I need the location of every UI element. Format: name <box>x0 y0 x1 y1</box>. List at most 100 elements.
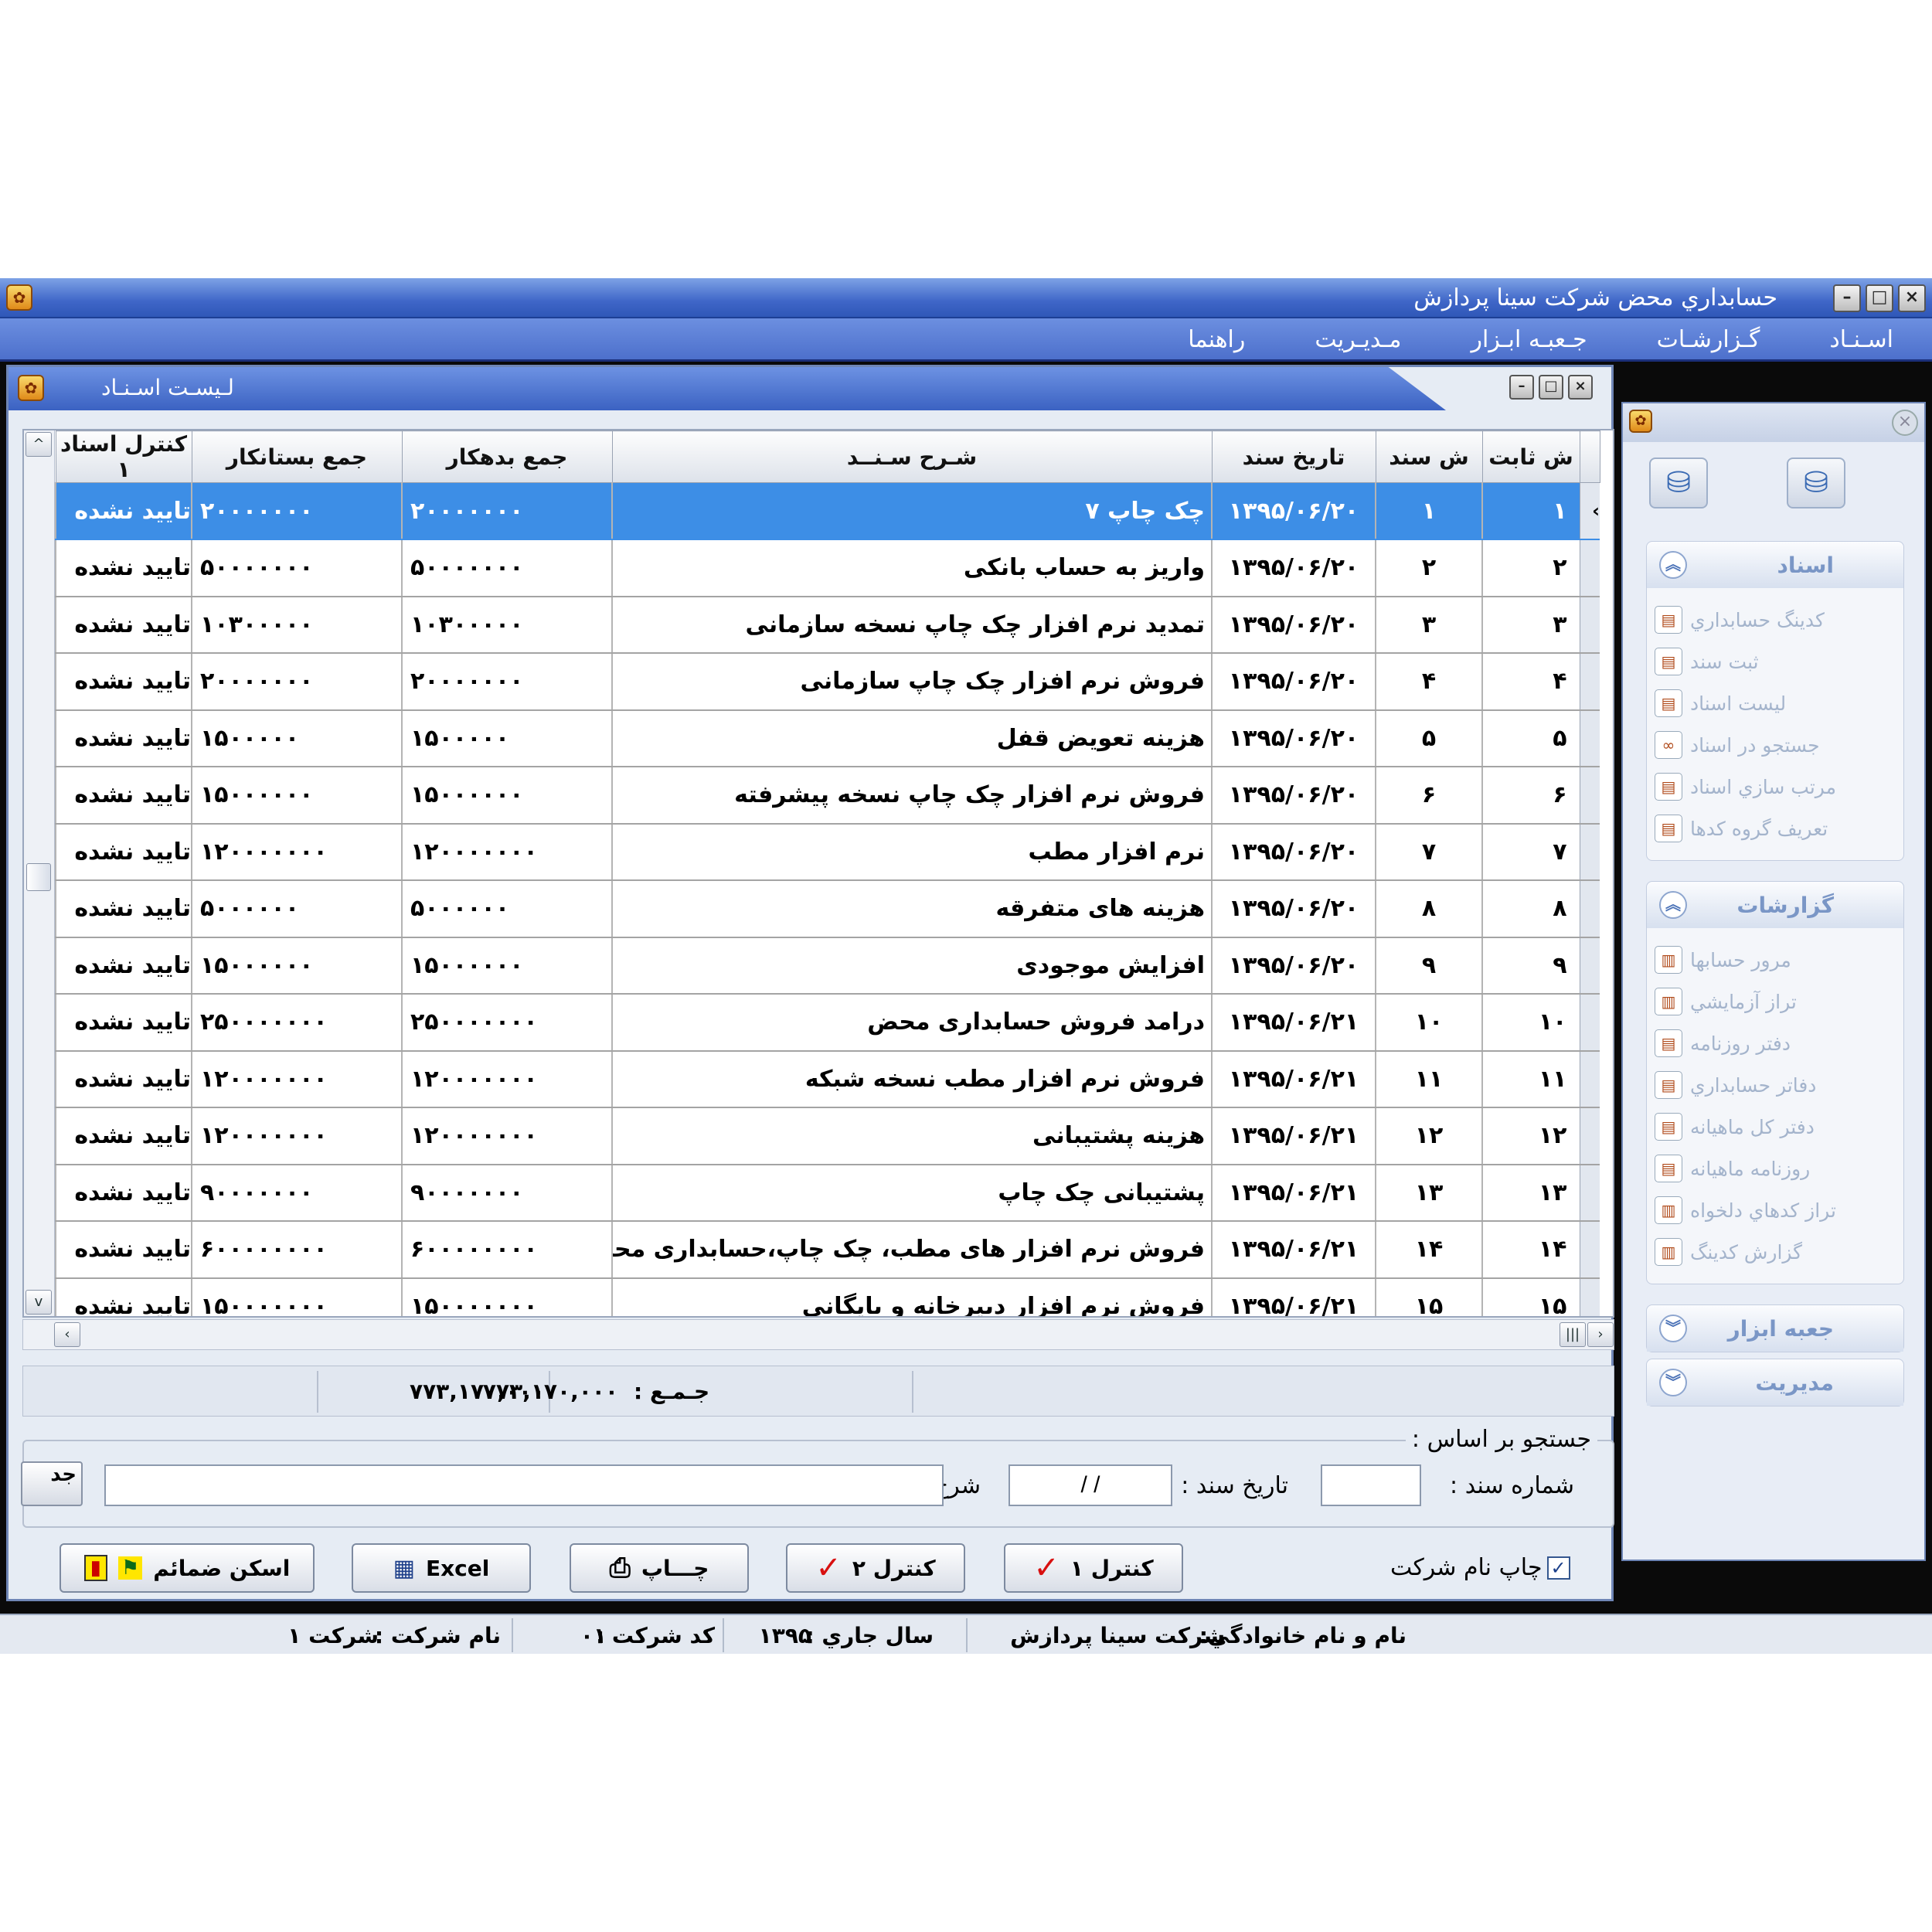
cell-desc: افزايش موجودی <box>611 937 1212 995</box>
nav-item[interactable]: ▤ دفتر کل ماهيانه <box>1647 1106 1903 1148</box>
database-restore-icon[interactable]: ⛁ <box>1787 457 1845 509</box>
nav-group-header[interactable]: گزارشات ︽ <box>1647 882 1903 928</box>
nav-group-header[interactable]: مديريت ︾ <box>1647 1359 1903 1406</box>
chevron-down-icon[interactable]: ︾ <box>1659 1315 1687 1342</box>
status-year-label: سال جاري : <box>805 1623 934 1648</box>
scroll-right-icon[interactable]: › <box>1587 1322 1614 1347</box>
menu-help[interactable]: راهنما <box>1188 326 1245 353</box>
nav-item-label: ليست اسناد <box>1690 692 1787 715</box>
chevron-up-icon[interactable]: ︽ <box>1659 891 1687 919</box>
col-header-desc[interactable]: شـرح سـنــد <box>611 430 1213 483</box>
scroll-left-icon[interactable]: ‹ <box>54 1322 80 1347</box>
nav-item[interactable]: ▤ ليست اسناد <box>1647 682 1903 724</box>
col-header-status[interactable]: کنترل اسناد ۱ <box>55 430 192 483</box>
cell-credit: ۱۲۰۰۰۰۰۰۰ <box>191 823 402 881</box>
nav-item[interactable]: ▤ دفاتر حسابداري <box>1647 1064 1903 1106</box>
table-row[interactable]: ۱۱ ۱۱ ۱۳۹۵/۰۶/۲۱ فروش نرم افزار مطب نسخه شب… <box>55 1050 1600 1108</box>
menu-documents[interactable]: اسـنـاد <box>1829 326 1893 353</box>
cell-debit: ۲۵۰۰۰۰۰۰۰ <box>401 994 612 1052</box>
menu-reports[interactable]: گـزارشـات <box>1657 326 1760 353</box>
close-icon[interactable]: × <box>1568 375 1593 400</box>
cell-date: ۱۳۹۵/۰۶/۲۰ <box>1211 482 1376 540</box>
col-header-doc-no[interactable]: ش سند <box>1375 430 1483 483</box>
horizontal-scrollbar[interactable]: › ||| ‹ <box>22 1319 1614 1350</box>
scroll-up-icon[interactable]: ^ <box>26 432 52 457</box>
chevron-down-icon[interactable]: ︾ <box>1659 1369 1687 1396</box>
binoculars-icon: ∞ <box>1655 731 1682 759</box>
nav-item[interactable]: ▥ گزارش کدينگ <box>1647 1231 1903 1273</box>
cell-debit: ۱۲۰۰۰۰۰۰۰ <box>401 1107 612 1165</box>
table-row[interactable]: ۱۳ ۱۳ ۱۳۹۵/۰۶/۲۱ پشتيبانی چک چاپ ۹۰۰۰۰۰۰۰ ۹۰۰… <box>55 1164 1600 1222</box>
cell-date: ۱۳۹۵/۰۶/۲۰ <box>1211 596 1376 654</box>
maximize-icon[interactable]: □ <box>1539 375 1563 400</box>
print-company-checkbox[interactable]: ✓ <box>1546 1556 1570 1580</box>
nav-group-header[interactable]: اسناد ︽ <box>1647 542 1903 588</box>
scroll-down-icon[interactable]: v <box>26 1290 52 1315</box>
add-group-icon: ▤ <box>1655 815 1682 842</box>
table-row[interactable]: ۱۵ ۱۵ ۱۳۹۵/۰۶/۲۱ فروش نرم افزار دبيرخانه و … <box>55 1277 1600 1316</box>
nav-item[interactable]: ▤ تعريف گروه کدها <box>1647 808 1903 849</box>
cell-credit: ۹۰۰۰۰۰۰۰ <box>191 1164 402 1222</box>
chevron-up-icon[interactable]: ︽ <box>1659 551 1687 579</box>
nav-item[interactable]: ▤ کدينگ حسابداري <box>1647 599 1903 641</box>
table-row[interactable]: ۴ ۴ ۱۳۹۵/۰۶/۲۰ فروش نرم افزار چک چاپ سازمان… <box>55 653 1600 711</box>
table-row[interactable]: ۱۰ ۱۰ ۱۳۹۵/۰۶/۲۱ درامد فروش حسابداری محض ۲۵۰… <box>55 994 1600 1052</box>
scroll-thumb-horizontal[interactable]: ||| <box>1560 1322 1586 1347</box>
close-icon[interactable]: × <box>1898 284 1926 312</box>
nav-group-header[interactable]: جعبه ابزار ︾ <box>1647 1305 1903 1352</box>
cell-desc: واريز به حساب بانکی <box>611 539 1212 597</box>
col-header-date[interactable]: تاريخ سند <box>1211 430 1376 483</box>
search-button[interactable]: جد <box>21 1461 83 1506</box>
minimize-icon[interactable]: – <box>1509 375 1534 400</box>
search-desc-input[interactable] <box>104 1464 944 1506</box>
cell-debit: ۵۰۰۰۰۰۰ <box>401 880 612 938</box>
vertical-scrollbar[interactable]: ^ v <box>24 430 55 1316</box>
table-row[interactable]: ۸ ۸ ۱۳۹۵/۰۶/۲۰ هزينه های متفرقه ۵۰۰۰۰۰۰ ۵۰۰۰۰… <box>55 880 1600 938</box>
table-row[interactable]: ۹ ۹ ۱۳۹۵/۰۶/۲۰ افزايش موجودی ۱۵۰۰۰۰۰۰ ۱۵۰۰۰۰۰… <box>55 937 1600 995</box>
nav-item-label: ثبت سند <box>1690 650 1759 673</box>
database-backup-icon[interactable]: ⛁ <box>1649 457 1708 509</box>
nav-group-title: اسناد <box>1777 553 1834 578</box>
nav-item[interactable]: ▥ تراز کدهاي دلخواه <box>1647 1189 1903 1231</box>
scan-attachments-button[interactable]: اسکن ضمائم ⚑ ▮ <box>60 1543 315 1593</box>
minimize-icon[interactable]: – <box>1833 284 1861 312</box>
col-header-credit[interactable]: جمع بستانکار <box>191 430 403 483</box>
nav-item[interactable]: ▤ مرتب سازي اسناد <box>1647 766 1903 808</box>
app-logo-icon[interactable]: ✿ <box>6 284 32 311</box>
print-company-option[interactable]: ✓ چاپ نام شرکت <box>1390 1554 1570 1581</box>
excel-button[interactable]: ▦ Excel <box>352 1543 531 1593</box>
print-button[interactable]: چـــاپ ⎙ <box>570 1543 749 1593</box>
nav-item[interactable]: ▥ مرور حسابها <box>1647 939 1903 981</box>
close-icon[interactable]: × <box>1892 410 1918 436</box>
cell-desc: پشتيبانی چک چاپ <box>611 1164 1212 1222</box>
table-row[interactable]: ۷ ۷ ۱۳۹۵/۰۶/۲۰ نرم افزار مطب ۱۲۰۰۰۰۰۰۰ ۱۲۰۰۰۰… <box>55 823 1600 881</box>
nav-item-label: کدينگ حسابداري <box>1690 608 1825 631</box>
maximize-icon[interactable]: □ <box>1866 284 1893 312</box>
nav-item[interactable]: ▥ تراز آزمايشي <box>1647 981 1903 1022</box>
table-row[interactable]: ۳ ۳ ۱۳۹۵/۰۶/۲۰ تمديد نرم افزار چک چاپ نسخه … <box>55 596 1600 654</box>
table-row[interactable]: ۱۴ ۱۴ ۱۳۹۵/۰۶/۲۱ فروش نرم افزار های مطب، چک… <box>55 1221 1600 1279</box>
control1-button[interactable]: کنترل ۱ ✓ <box>1004 1543 1183 1593</box>
row-indicator <box>1579 1221 1600 1279</box>
nav-item[interactable]: ▤ دفتر روزنامه <box>1647 1022 1903 1064</box>
col-header-debit[interactable]: جمع بدهکار <box>401 430 613 483</box>
table-row[interactable]: ۱۲ ۱۲ ۱۳۹۵/۰۶/۲۱ هزينه پشتيبانی ۱۲۰۰۰۰۰۰۰ ۱۲۰… <box>55 1107 1600 1165</box>
menu-toolbox[interactable]: جـعبـه ابـزار <box>1471 326 1587 353</box>
table-row[interactable]: ۲ ۲ ۱۳۹۵/۰۶/۲۰ واريز به حساب بانکی ۵۰۰۰۰۰۰۰ ۵… <box>55 539 1600 597</box>
scroll-thumb[interactable] <box>26 863 51 891</box>
scan-label: اسکن ضمائم <box>153 1555 291 1581</box>
control2-button[interactable]: کنترل ۲ ✓ <box>786 1543 965 1593</box>
nav-item[interactable]: ▤ ثبت سند <box>1647 641 1903 682</box>
menu-management[interactable]: مـديـريت <box>1315 326 1401 353</box>
nav-item[interactable]: ∞ جستجو در اسناد <box>1647 724 1903 766</box>
cell-credit: ۱۲۰۰۰۰۰۰۰ <box>191 1050 402 1108</box>
documents-grid: ^ v ش ثابت ش سند تاريخ سند شـرح سـنــد ج… <box>22 429 1614 1318</box>
search-doc-no-input[interactable] <box>1321 1464 1421 1506</box>
table-row[interactable]: ۶ ۶ ۱۳۹۵/۰۶/۲۰ فروش نرم افزار چک چاپ نسخه پ… <box>55 767 1600 825</box>
col-header-fixed-no[interactable]: ش ثابت <box>1481 430 1580 483</box>
table-row[interactable]: ۵ ۵ ۱۳۹۵/۰۶/۲۰ هزينه تعويض قفل ۱۵۰۰۰۰۰ ۱۵۰۰۰۰… <box>55 709 1600 767</box>
table-row[interactable]: › ۱ ۱ ۱۳۹۵/۰۶/۲۰ چک چاپ ۷ ۲۰۰۰۰۰۰۰ ۲۰۰۰۰۰۰۰ تاي… <box>55 482 1600 540</box>
search-date-input[interactable] <box>1009 1464 1172 1506</box>
nav-item[interactable]: ▤ روزنامه ماهيانه <box>1647 1148 1903 1189</box>
status-company-label: نام شرکت : <box>374 1623 501 1648</box>
